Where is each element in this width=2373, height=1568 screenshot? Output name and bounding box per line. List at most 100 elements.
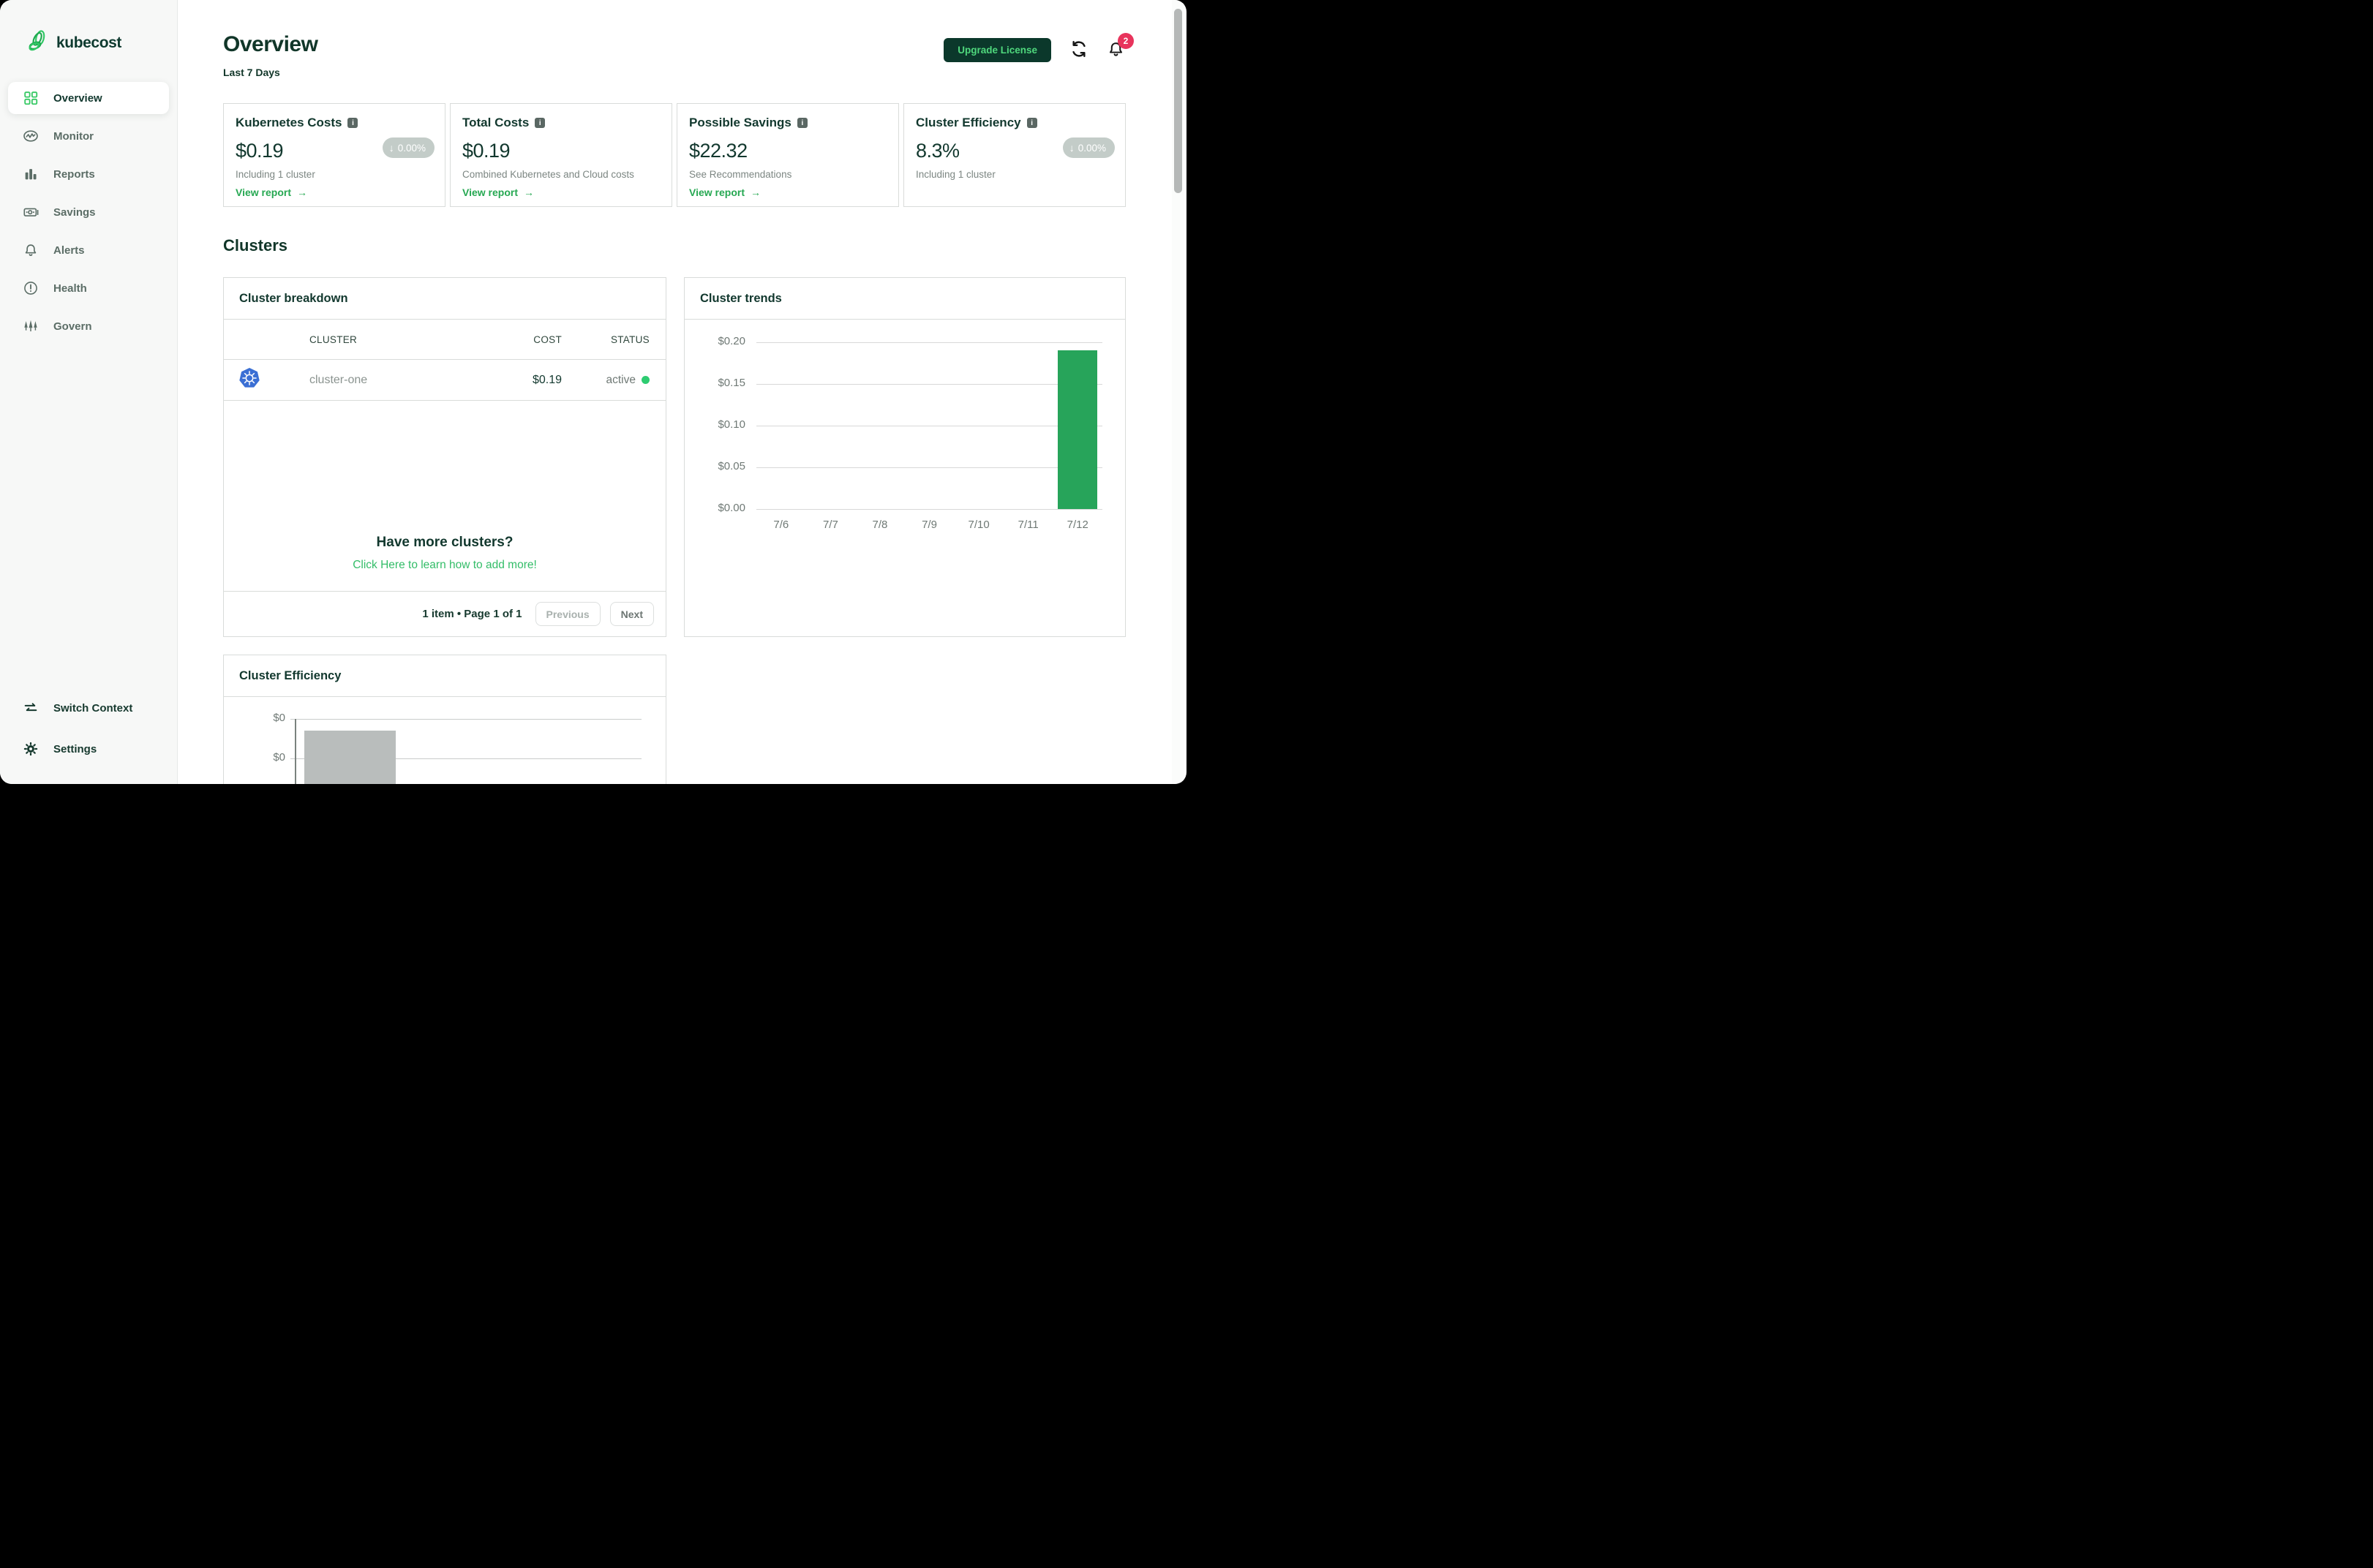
view-report-link[interactable]: View report → (689, 186, 761, 198)
scrollbar-thumb[interactable] (1174, 9, 1182, 193)
stat-title: Kubernetes Costs i (236, 116, 433, 130)
info-icon[interactable]: i (797, 118, 808, 128)
header-actions: Upgrade License 2 (944, 33, 1134, 62)
sidebar-item-label: Monitor (53, 129, 94, 143)
table-footer: 1 item • Page 1 of 1 Previous Next (224, 591, 666, 636)
arrow-right-icon: → (524, 186, 534, 198)
sidebar-item-monitor[interactable]: Monitor (8, 120, 169, 152)
sidebar-item-savings[interactable]: Savings (8, 196, 169, 228)
sidebar-nav: Overview Monitor Reports Savings Alerts … (0, 82, 177, 342)
column-cost: COST (533, 333, 562, 345)
trends-bar (1058, 350, 1098, 509)
settings-label: Settings (53, 742, 97, 755)
pagination-info: 1 item • Page 1 of 1 (422, 608, 522, 620)
stat-subtext: Including 1 cluster (236, 169, 315, 180)
main-content: Overview Last 7 Days Upgrade License 2 K… (178, 0, 1186, 784)
cluster-cost: $0.19 (532, 373, 562, 386)
sidebar-item-label: Alerts (53, 244, 85, 257)
add-clusters-promo: Have more clusters? Click Here to learn … (224, 535, 666, 591)
stat-subtext: Combined Kubernetes and Cloud costs (462, 169, 634, 180)
efficiency-bar (304, 731, 396, 784)
info-icon[interactable]: i (1026, 118, 1037, 128)
trends-xlabel: 7/11 (1018, 519, 1039, 531)
date-range-label: Last 7 Days (223, 67, 280, 78)
upgrade-license-button[interactable]: Upgrade License (944, 38, 1051, 62)
stat-title: Total Costs i (462, 116, 660, 130)
trends-xlabel: 7/8 (872, 519, 888, 531)
switch-context-label: Switch Context (53, 701, 133, 715)
trends-xlabel: 7/12 (1067, 519, 1088, 531)
trends-ytick: $0.10 (718, 418, 745, 431)
sidebar-item-label: Overview (53, 91, 102, 105)
banknote-icon (23, 204, 39, 220)
monitor-pulse-icon (23, 128, 39, 144)
trends-xlabel: 7/9 (922, 519, 937, 531)
app-window: kubecost Overview Monitor Reports Saving… (0, 0, 1186, 784)
page-header: Overview Last 7 Days Upgrade License 2 (223, 32, 1134, 78)
efficiency-ytick: $0 (273, 751, 285, 764)
trends-chart: $0.20 $0.15 $0.10 $0.05 $0.00 7/6 7/7 7/… (685, 320, 1125, 636)
column-status: STATUS (610, 333, 650, 345)
notification-badge: 2 (1118, 33, 1134, 49)
arrow-down-icon: ↓ (1069, 142, 1075, 154)
refresh-button[interactable] (1069, 40, 1088, 60)
table-row[interactable]: cluster-one $0.19 active (224, 360, 666, 401)
trend-badge: ↓ 0.00% (382, 137, 435, 158)
panel-title: Cluster Efficiency (224, 655, 666, 697)
trends-ytick: $0.15 (718, 377, 745, 389)
bar-chart-icon (23, 166, 39, 182)
switch-context-button[interactable]: Switch Context (8, 692, 169, 724)
settings-button[interactable]: Settings (8, 733, 169, 765)
arrow-right-icon: → (297, 186, 307, 198)
grid-icon (23, 90, 39, 106)
scrollbar (1172, 0, 1184, 784)
sidebar-footer: Switch Context Settings (0, 692, 177, 765)
trends-bars (756, 342, 1102, 509)
stat-title: Possible Savings i (689, 116, 887, 130)
info-icon[interactable]: i (347, 118, 358, 128)
previous-button[interactable]: Previous (535, 602, 601, 626)
next-button[interactable]: Next (609, 602, 654, 626)
refresh-icon (1069, 39, 1088, 61)
clusters-heading: Clusters (223, 236, 288, 255)
notifications-button[interactable]: 2 (1106, 33, 1134, 60)
trends-xlabel: 7/10 (968, 519, 990, 531)
panel-title: Cluster trends (685, 278, 1125, 320)
view-report-link[interactable]: View report → (462, 186, 534, 198)
kubecost-leaf-icon (26, 29, 50, 56)
cluster-trends-panel: Cluster trends $0.20 $0.15 $0.10 $0.05 $… (684, 277, 1126, 637)
stat-subtext: Including 1 cluster (916, 169, 996, 180)
stat-card-kubernetes-costs: Kubernetes Costs i $0.19 ↓ 0.00% Includi… (223, 103, 445, 207)
stat-subtext: See Recommendations (689, 169, 792, 180)
stat-title: Cluster Efficiency i (916, 116, 1113, 130)
arrow-down-icon: ↓ (388, 142, 394, 154)
sidebar-item-health[interactable]: Health (8, 272, 169, 304)
sidebar-item-govern[interactable]: Govern (8, 310, 169, 342)
trees-icon (23, 318, 39, 334)
trends-ytick: $0.00 (718, 502, 745, 514)
sidebar-item-overview[interactable]: Overview (8, 82, 169, 114)
status-dot (642, 375, 650, 384)
cluster-efficiency-panel: Cluster Efficiency $0 $0 (223, 655, 666, 784)
info-icon[interactable]: i (535, 118, 546, 128)
cluster-breakdown-panel: Cluster breakdown CLUSTER COST STATUS cl… (223, 277, 666, 637)
view-report-link[interactable]: View report → (236, 186, 307, 198)
sidebar-item-alerts[interactable]: Alerts (8, 234, 169, 266)
sidebar-item-label: Health (53, 282, 87, 295)
add-clusters-link[interactable]: Click Here to learn how to add more! (224, 559, 666, 572)
cluster-status: active (562, 374, 666, 387)
trends-ytick: $0.05 (718, 460, 745, 472)
bell-icon (23, 242, 39, 258)
stat-value: $0.19 (462, 140, 511, 162)
sidebar-item-label: Govern (53, 320, 92, 333)
sidebar-item-label: Reports (53, 167, 95, 181)
sidebar: kubecost Overview Monitor Reports Saving… (0, 0, 178, 784)
panel-title: Cluster breakdown (224, 278, 666, 320)
sidebar-item-reports[interactable]: Reports (8, 158, 169, 190)
stat-card-total-costs: Total Costs i $0.19 Combined Kubernetes … (450, 103, 672, 207)
sidebar-item-label: Savings (53, 206, 96, 219)
gridline (756, 509, 1102, 510)
efficiency-y-axis (295, 719, 296, 784)
trend-badge: ↓ 0.00% (1062, 137, 1115, 158)
arrow-right-icon: → (751, 186, 761, 198)
